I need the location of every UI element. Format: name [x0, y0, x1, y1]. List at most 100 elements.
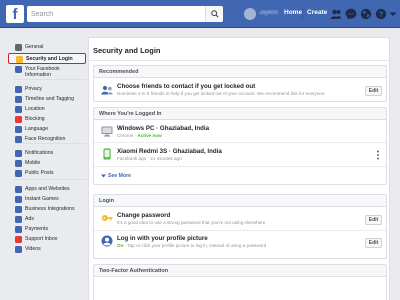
- friend-requests-icon[interactable]: [330, 8, 342, 20]
- key-icon: [101, 215, 113, 221]
- recommended-section: Recommended Choose friends to contact if…: [93, 65, 387, 102]
- games-icon: [15, 196, 22, 203]
- nav-separator: [302, 8, 303, 20]
- svg-text:?: ?: [379, 10, 384, 19]
- session-app: Chrome: [117, 133, 134, 138]
- profile-picture-login-icon: [101, 235, 113, 247]
- status-badge: On: [117, 243, 124, 248]
- profile-picture-login-title[interactable]: Log in with your profile picture: [117, 235, 208, 242]
- sidebar-item-label: Security and Login: [26, 56, 73, 62]
- mobile-phone-icon: [103, 148, 111, 160]
- messenger-icon[interactable]: [345, 8, 357, 20]
- sidebar-item-label: Timeline and Tagging: [25, 96, 75, 102]
- session-status: 21 minutes ago: [150, 156, 182, 161]
- session-device: Xiaomi Redmi 3S · Ghaziabad, India: [117, 148, 222, 155]
- search-button[interactable]: [205, 6, 223, 22]
- create-link[interactable]: Create: [307, 9, 327, 16]
- help-icon[interactable]: ?: [375, 8, 387, 20]
- session-status-active: Active now: [137, 133, 162, 138]
- sidebar-item-label: General: [25, 44, 44, 50]
- logged-in-header: Where You're Logged In: [94, 108, 386, 120]
- sidebar-item-your-facebook-information[interactable]: Your Facebook Information: [8, 64, 86, 80]
- apps-icon: [15, 186, 22, 193]
- search-icon: [211, 10, 219, 18]
- notifications-globe-icon[interactable]: [360, 8, 372, 20]
- public-posts-icon: [15, 170, 22, 177]
- globe-icon: [15, 150, 22, 157]
- more-options-icon[interactable]: [376, 150, 380, 160]
- search-input[interactable]: [27, 6, 223, 22]
- gear-icon: [15, 44, 22, 51]
- profile-picture-login-edit-button[interactable]: Edit: [365, 238, 382, 248]
- business-icon: [15, 206, 22, 213]
- profile-picture-login-subtitle: Tap or click your profile picture to log…: [127, 243, 267, 248]
- sidebar-item-label: Payments: [25, 226, 49, 232]
- facebook-icon: [15, 66, 22, 73]
- session-meta: Facebook app · 21 minutes ago: [117, 156, 182, 161]
- login-header: Login: [94, 195, 386, 207]
- login-section: Login Change password It's a good idea t…: [93, 194, 387, 259]
- session-app: Facebook app: [117, 156, 147, 161]
- sidebar-item-label: Privacy: [25, 86, 43, 92]
- sidebar-item-label: Notifications: [25, 150, 54, 156]
- sidebar-item-label: Ads: [25, 216, 34, 222]
- sidebar-divider: [14, 143, 86, 144]
- sidebar-divider: [14, 179, 86, 180]
- sidebar-item-label: Business Integrations: [25, 206, 75, 212]
- timeline-icon: [15, 96, 22, 103]
- two-factor-section: Two-Factor Authentication: [93, 264, 387, 300]
- trusted-contacts-edit-button[interactable]: Edit: [365, 86, 382, 96]
- profile-name: Jayesh: [259, 10, 279, 16]
- trusted-contacts-title[interactable]: Choose friends to contact if you get loc…: [117, 83, 255, 90]
- support-icon: [15, 236, 22, 243]
- home-link[interactable]: Home: [284, 9, 302, 16]
- top-navigation-bar: f Jayesh Home Create ?: [0, 0, 400, 28]
- chevron-down-icon: [101, 174, 106, 178]
- settings-main-panel: Security and Login Recommended Choose fr…: [88, 37, 390, 300]
- session-divider: [94, 166, 386, 167]
- trusted-contacts-icon: [101, 85, 113, 95]
- payments-icon: [15, 226, 22, 233]
- sidebar-item-label: Blocking: [25, 116, 45, 122]
- change-password-edit-button[interactable]: Edit: [365, 215, 382, 225]
- session-meta: Chrome · Active now: [117, 133, 162, 138]
- desktop-icon: [101, 126, 113, 137]
- facebook-logo[interactable]: f: [6, 5, 24, 23]
- change-password-title[interactable]: Change password: [117, 212, 170, 219]
- sidebar-item-security-and-login[interactable]: Security and Login: [8, 53, 86, 64]
- sidebar-item-label: Public Posts: [25, 170, 54, 176]
- change-password-description: It's a good idea to use a strong passwor…: [117, 220, 266, 225]
- sidebar-item-label: Apps and Websites: [25, 186, 70, 192]
- sidebar-item-videos[interactable]: Videos: [8, 244, 86, 255]
- section-heading: Login: [99, 198, 114, 204]
- title-divider: [89, 60, 389, 61]
- sidebar-item-public-posts[interactable]: Public Posts: [8, 168, 86, 179]
- location-icon: [15, 106, 22, 113]
- sidebar-item-label: Your Facebook Information: [25, 66, 60, 79]
- profile-picture-login-description: On · Tap or click your profile picture t…: [117, 243, 267, 248]
- ads-icon: [15, 216, 22, 223]
- blocking-icon: [15, 116, 22, 123]
- sidebar-item-label: Support Inbox: [25, 236, 58, 242]
- session-device: Windows PC · Ghaziabad, India: [117, 125, 210, 132]
- recommended-header: Recommended: [94, 66, 386, 78]
- videos-icon: [15, 246, 22, 253]
- section-heading: Recommended: [99, 69, 139, 75]
- language-icon: [15, 126, 22, 133]
- section-heading: Where You're Logged In: [99, 111, 162, 117]
- face-recognition-icon: [15, 136, 22, 143]
- account-menu-chevron-icon[interactable]: [389, 8, 397, 20]
- sidebar-item-label: Face Recognition: [25, 136, 66, 142]
- session-divider: [94, 142, 386, 143]
- avatar: [244, 8, 256, 20]
- shield-icon: [16, 56, 23, 63]
- mobile-icon: [15, 160, 22, 167]
- sidebar-item-general[interactable]: General: [8, 42, 86, 53]
- logged-in-section: Where You're Logged In Windows PC · Ghaz…: [93, 107, 387, 185]
- login-divider: [94, 230, 386, 231]
- sidebar-item-label: Instant Games: [25, 196, 59, 202]
- lock-icon: [15, 86, 22, 93]
- sidebar-item-label: Location: [25, 106, 45, 112]
- sidebar-divider: [14, 79, 86, 80]
- page-title: Security and Login: [93, 46, 161, 55]
